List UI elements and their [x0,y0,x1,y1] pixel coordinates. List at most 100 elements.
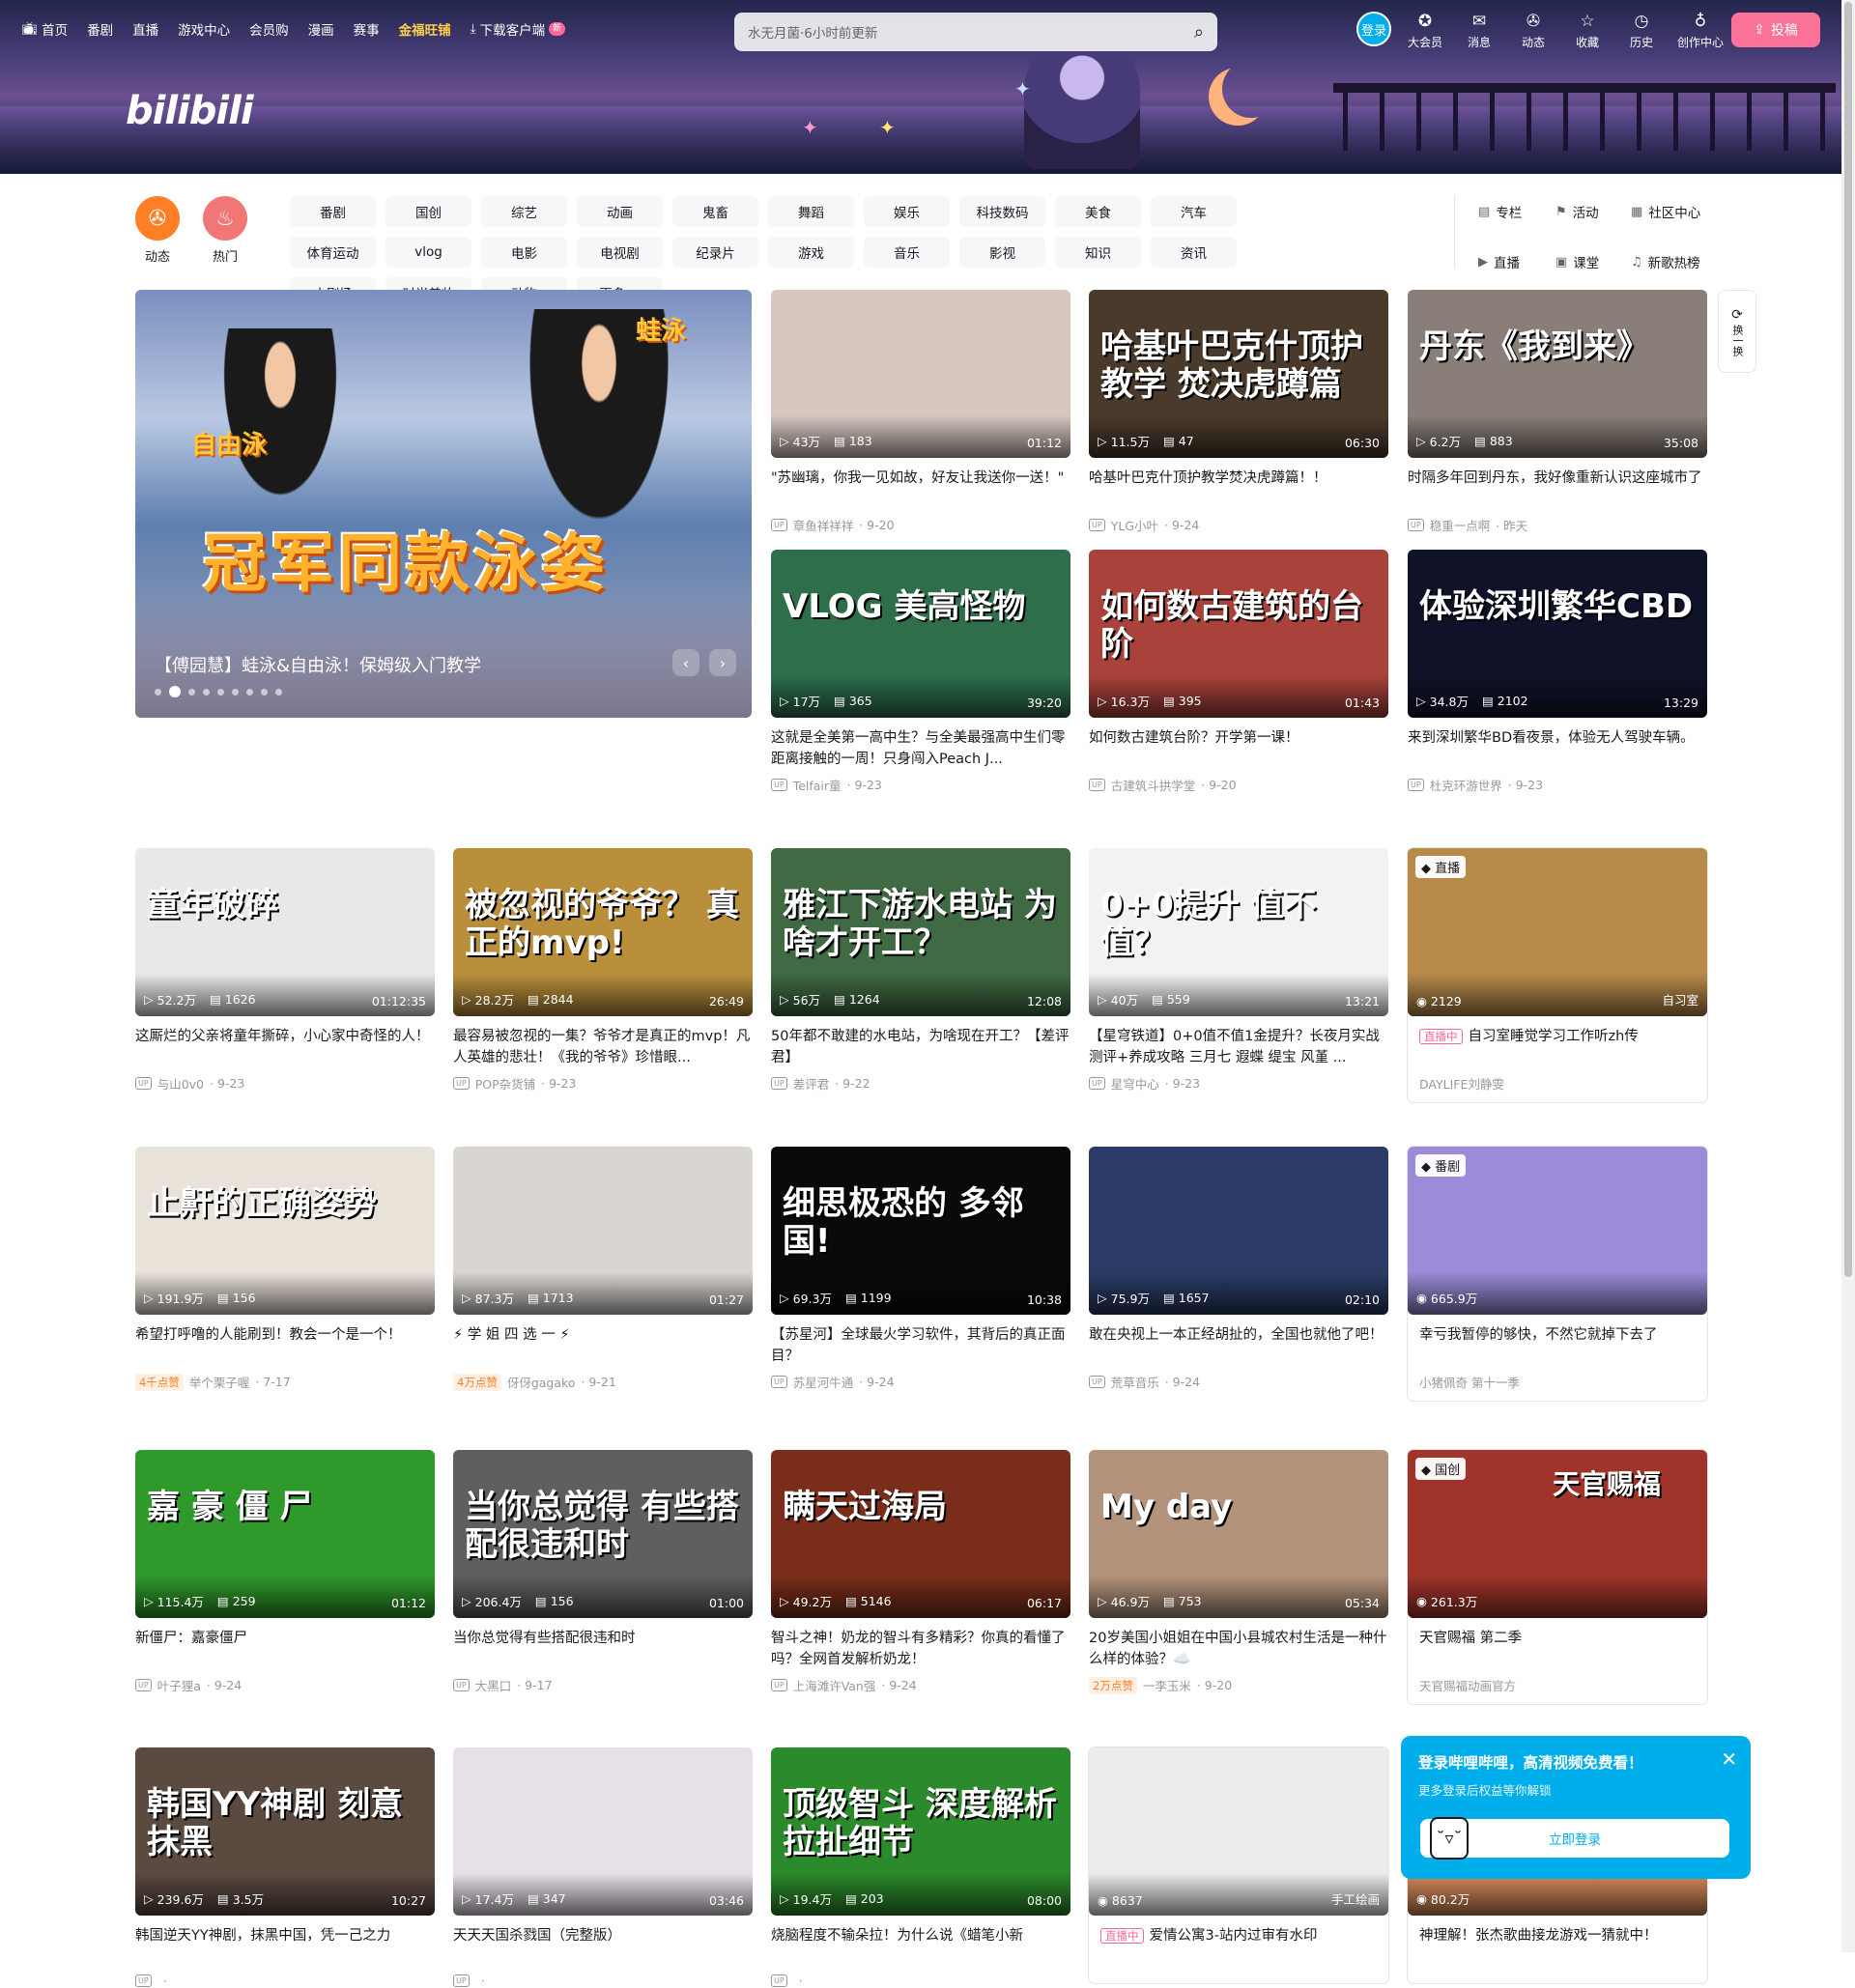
video-card[interactable]: 体验深圳繁华CBD ▷ 34.8万 ▤ 2102 13:29 来到深圳繁华BD看夜景… [1408,550,1707,794]
video-author[interactable]: 荒草音乐 [1111,1373,1159,1391]
close-icon[interactable]: ✕ [1721,1747,1737,1771]
video-author[interactable]: 星穹中心 [1111,1074,1159,1093]
channel-item[interactable]: 汽车 [1151,196,1237,227]
special-card[interactable]: ◆ 番剧 ◉ 665.9万 幸亏我暂停的够快，不然它就掉下去了 小猪佩奇 第十一季 [1408,1147,1707,1401]
video-title[interactable]: 来到深圳繁华BD看夜景，体验无人驾驶车辆。 [1408,727,1707,770]
search-icon[interactable]: ⌕ [1194,22,1204,43]
channel-item[interactable]: 动画 [577,196,663,227]
video-card[interactable]: 雅江下游水电站 为啥才开工？ ▷ 56万 ▤ 1264 12:08 50年都不敢建的… [771,848,1070,1093]
login-avatar-button[interactable]: 登录 [1356,12,1391,46]
carousel-dot[interactable] [275,688,282,696]
video-card[interactable]: 嘉 豪 僵 尸 ▷ 115.4万 ▤ 259 01:12 新僵尸：嘉豪僵尸 UP 叶… [135,1450,435,1694]
side-link-course[interactable]: ▣ 课堂 [1555,246,1631,277]
video-title[interactable]: 最容易被忽视的一集？爷爷才是真正的mvp！凡人英雄的悲壮！《我的爷爷》珍惜眼..… [453,1026,753,1068]
video-author[interactable]: 上海滩许Van强 [793,1676,876,1694]
upload-button[interactable]: ⇪ 投稿 [1731,13,1820,47]
video-title[interactable]: 时隔多年回到丹东，我好像重新认识这座城市了 [1408,468,1707,510]
video-thumbnail[interactable]: 细思极恐的 多邻国! ▷ 69.3万 ▤ 1199 10:38 [771,1147,1070,1315]
special-author[interactable]: 天官赐福动画官方 [1419,1676,1516,1694]
video-author[interactable]: 一李玉米 [1143,1676,1191,1694]
video-author[interactable]: 伢伢gagako [507,1373,576,1391]
video-title[interactable]: 智斗之神！奶龙的智斗有多精彩？你真的看懂了吗？全网首发解析奶龙！ [771,1628,1070,1670]
carousel-title[interactable]: 【傅园慧】蛙泳&自由泳！保姆级入门教学 [155,652,481,677]
special-title[interactable]: 直播中 自习室睡觉学习工作听zh传 [1419,1026,1696,1068]
video-title[interactable]: 如何数古建筑台阶？开学第一课！ [1089,727,1388,770]
special-card[interactable]: ◉ 8637 手工绘画 直播中 爱情公寓3-站内过审有水印 [1089,1747,1388,1983]
channel-hot[interactable]: ♨ 热门 [203,196,247,265]
special-title[interactable]: 直播中 爱情公寓3-站内过审有水印 [1100,1925,1377,1968]
video-thumbnail[interactable]: 当你总觉得 有些搭配很违和时 ▷ 206.4万 ▤ 156 01:00 [453,1450,753,1618]
carousel-dot[interactable] [188,688,195,696]
video-thumbnail[interactable]: 如何数古建筑的台阶 ▷ 16.3万 ▤ 395 01:43 [1089,550,1388,718]
channel-item[interactable]: 知识 [1055,237,1141,268]
side-link-songs[interactable]: ♫ 新歌热榜 [1631,246,1724,277]
special-card[interactable]: 天官赐福 ◆ 国创 ◉ 261.3万 天官赐福 第二季 天官赐福动画官方 [1408,1450,1707,1704]
channel-item[interactable]: 电视剧 [577,237,663,268]
nav-download[interactable]: ⤓ 下载客户端新 [471,19,566,39]
video-title[interactable]: 这就是全美第一高中生？与全美最强高中生们零距离接触的一周！只身闯入Peach J… [771,727,1070,770]
channel-item[interactable]: 资讯 [1151,237,1237,268]
channel-item[interactable]: 纪录片 [672,237,758,268]
nav-favorite[interactable]: ☆ 收藏 [1567,12,1608,50]
video-card[interactable]: 如何数古建筑的台阶 ▷ 16.3万 ▤ 395 01:43 如何数古建筑台阶？开学第… [1089,550,1388,794]
video-thumbnail[interactable]: 哈基叶巴克什顶护教学 焚决虎蹲篇 ▷ 11.5万 ▤ 47 06:30 [1089,290,1388,458]
nav-mall[interactable]: 会员购 [249,19,289,39]
carousel-dot[interactable] [217,688,224,696]
refresh-button[interactable]: ⟳ 换一换 [1718,290,1756,373]
nav-game-center[interactable]: 游戏中心 [178,19,230,39]
video-title[interactable]: 天天天国杀戮国（完整版） [453,1925,753,1968]
video-author[interactable]: POP杂货铺 [475,1074,535,1093]
video-card[interactable]: 瞒天过海局 ▷ 49.2万 ▤ 5146 06:17 智斗之神！奶龙的智斗有多精彩？… [771,1450,1070,1694]
video-card[interactable]: ▷ 87.3万 ▤ 1713 01:27 ⚡ 学 姐 四 选 一 ⚡ 4万点赞 伢伢… [453,1147,753,1391]
video-title[interactable]: 【星穹铁道】0+0值不值1金提升？长夜月实战测评+养成攻略 三月七 遐蝶 缇宝 … [1089,1026,1388,1068]
special-thumbnail[interactable]: ◆ 直播 ◉ 2129 自习室 [1408,848,1707,1016]
video-title[interactable]: 烧脑程度不输朵拉！为什么说《蜡笔小新 [771,1925,1070,1968]
nav-home[interactable]: 📺︎ 首页 [21,19,68,39]
side-link-activity[interactable]: ⚑ 活动 [1555,196,1631,227]
channel-item[interactable]: 娱乐 [864,196,950,227]
video-author[interactable]: 杜克环游世界 [1430,776,1502,794]
video-card[interactable]: VLOG 美高怪物 ▷ 17万 ▤ 365 39:20 这就是全美第一高中生？与全美… [771,550,1070,794]
special-title[interactable]: 天官赐福 第二季 [1419,1628,1696,1670]
video-thumbnail[interactable]: 被忽视的爷爷？ 真正的mvp! ▷ 28.2万 ▤ 2844 26:49 [453,848,753,1016]
video-title[interactable]: 新僵尸：嘉豪僵尸 [135,1628,435,1670]
special-title[interactable]: 神理解！张杰歌曲接龙游戏一猜就中！ [1419,1925,1696,1968]
carousel-dot[interactable] [203,688,210,696]
video-thumbnail[interactable]: 顶级智斗 深度解析拉扯细节 ▷ 19.4万 ▤ 203 08:00 [771,1747,1070,1916]
carousel-dot-active[interactable] [169,686,181,697]
nav-message[interactable]: ✉ 消息 [1459,12,1499,50]
channel-item[interactable]: 鬼畜 [672,196,758,227]
video-title[interactable]: 韩国逆天YY神剧，抹黑中国，凭一己之力 [135,1925,435,1968]
special-thumbnail[interactable]: ◉ 8637 手工绘画 [1089,1747,1388,1916]
video-title[interactable]: 50年都不敢建的水电站，为啥现在开工？【差评君】 [771,1026,1070,1068]
video-thumbnail[interactable]: 0+0提升 值不值？ ▷ 40万 ▤ 559 13:21 [1089,848,1388,1016]
carousel-prev-button[interactable]: ‹ [672,649,699,676]
video-card[interactable]: 细思极恐的 多邻国! ▷ 69.3万 ▤ 1199 10:38 【苏星河】全球最火学… [771,1147,1070,1391]
video-card[interactable]: 0+0提升 值不值？ ▷ 40万 ▤ 559 13:21 【星穹铁道】0+0值不值1… [1089,848,1388,1093]
bilibili-logo[interactable]: bilibili [126,89,254,133]
video-card[interactable]: 童年破碎 ▷ 52.2万 ▤ 1626 01:12:35 这厮烂的父亲将童年撕碎，小… [135,848,435,1093]
special-author[interactable]: DAYLIFE刘静雯 [1419,1074,1504,1093]
video-thumbnail[interactable]: VLOG 美高怪物 ▷ 17万 ▤ 365 39:20 [771,550,1070,718]
channel-item[interactable]: 舞蹈 [768,196,854,227]
special-thumbnail[interactable]: 天官赐福 ◆ 国创 ◉ 261.3万 [1408,1450,1707,1618]
video-author[interactable]: 古建筑斗拱学堂 [1111,776,1196,794]
video-title[interactable]: 这厮烂的父亲将童年撕碎，小心家中奇怪的人！ [135,1026,435,1068]
nav-history[interactable]: ◷ 历史 [1621,12,1662,50]
channel-item[interactable]: 音乐 [864,237,950,268]
channel-item[interactable]: 科技数码 [959,196,1045,227]
video-card[interactable]: 丹东《我到来》 ▷ 6.2万 ▤ 883 35:08 时隔多年回到丹东，我好像重新认… [1408,290,1707,534]
nav-creator[interactable]: ♁ 创作中心 [1675,12,1726,50]
video-thumbnail[interactable]: 童年破碎 ▷ 52.2万 ▤ 1626 01:12:35 [135,848,435,1016]
video-thumbnail[interactable]: 嘉 豪 僵 尸 ▷ 115.4万 ▤ 259 01:12 [135,1450,435,1618]
video-author[interactable]: 举个栗子喔 [189,1373,250,1391]
video-title[interactable]: 敢在央视上一本正经胡扯的，全国也就他了吧！ [1089,1324,1388,1367]
video-thumbnail[interactable]: ▷ 87.3万 ▤ 1713 01:27 [453,1147,753,1315]
nav-live[interactable]: 直播 [132,19,158,39]
nav-dynamic[interactable]: ✇ 动态 [1513,12,1554,50]
video-title[interactable]: 当你总觉得有些搭配很违和时 [453,1628,753,1670]
video-author[interactable]: 与山0v0 [157,1074,204,1093]
video-author[interactable]: Telfair童 [793,776,842,794]
channel-dynamic[interactable]: ✇ 动态 [135,196,180,265]
video-thumbnail[interactable]: 瞒天过海局 ▷ 49.2万 ▤ 5146 06:17 [771,1450,1070,1618]
